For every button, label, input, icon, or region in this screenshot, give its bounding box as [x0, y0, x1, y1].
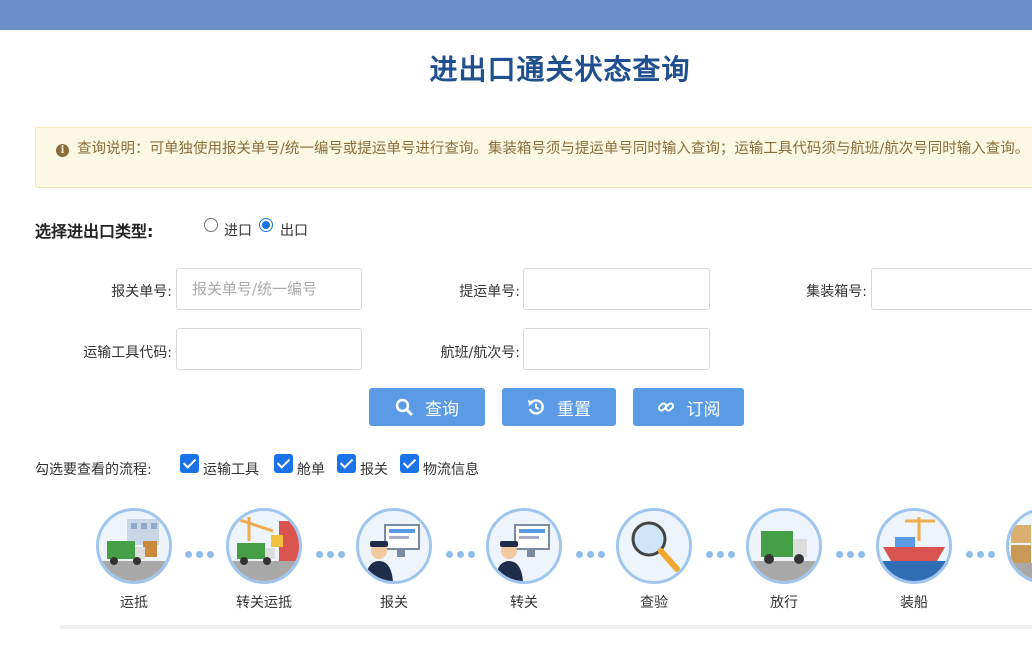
type-select-label: 选择进出口类型: [35, 222, 154, 241]
bottom-divider [60, 625, 1032, 629]
radio-export[interactable] [259, 218, 273, 232]
transport-code-label: 运输工具代码: [83, 345, 172, 361]
radio-import[interactable] [204, 218, 218, 232]
history-icon [528, 399, 544, 415]
voyage-no-input[interactable] [523, 328, 710, 370]
truck-crane-icon [226, 508, 302, 584]
subscribe-button[interactable]: 订阅 [633, 388, 744, 426]
step-label: 运抵 [120, 595, 148, 611]
step-connector [185, 543, 218, 558]
container-no-input[interactable] [871, 268, 1032, 310]
truck-icon [746, 508, 822, 584]
flow-filter-label: 勾选要查看的流程: [35, 462, 152, 478]
checkbox-manifest[interactable] [274, 454, 293, 473]
declaration-no-input[interactable] [176, 268, 362, 310]
ship-icon [876, 508, 952, 584]
reset-button[interactable]: 重置 [502, 388, 616, 426]
voyage-no-label: 航班/航次号: [440, 345, 520, 361]
checkbox-transport-label[interactable]: 运输工具 [203, 459, 259, 479]
checkbox-logistics[interactable] [400, 454, 419, 473]
top-banner [0, 0, 1032, 30]
container-no-label: 集装箱号: [806, 284, 867, 300]
checkbox-declaration[interactable] [337, 454, 356, 473]
step-connector [966, 543, 999, 558]
step-label: 转关 [510, 595, 538, 611]
step-connector [316, 543, 349, 558]
radio-export-label[interactable]: 出口 [280, 220, 308, 240]
step-label: 查验 [640, 595, 668, 611]
step-label: 理 [982, 592, 1032, 612]
step-connector [706, 543, 739, 558]
page-title: 进出口通关状态查询 [429, 53, 691, 86]
radio-import-label[interactable]: 进口 [224, 220, 252, 240]
step-label: 转关运抵 [236, 595, 292, 611]
bill-no-input[interactable] [523, 268, 710, 310]
query-notice: i 查询说明：可单独使用报关单号/统一编号或提运单号进行查询。集装箱号须与提运单号… [35, 127, 1032, 188]
checkbox-logistics-label[interactable]: 物流信息 [423, 459, 479, 479]
step-connector [446, 543, 479, 558]
cargo-boxes-icon [1006, 508, 1032, 584]
step-label: 装船 [900, 595, 928, 611]
search-icon [395, 398, 413, 416]
link-icon [657, 402, 674, 412]
step-label: 报关 [380, 595, 408, 611]
truck-warehouse-icon [96, 508, 172, 584]
declaration-no-label: 报关单号: [111, 284, 172, 300]
transport-code-input[interactable] [176, 328, 362, 370]
checkbox-declaration-label[interactable]: 报关 [360, 459, 388, 479]
step-connector [576, 543, 609, 558]
query-button[interactable]: 查询 [369, 388, 485, 426]
notice-text: 查询说明：可单独使用报关单号/统一编号或提运单号进行查询。集装箱号须与提运单号同… [77, 141, 1030, 157]
customs-officer-computer-icon [356, 508, 432, 584]
customs-officer-computer-icon [486, 508, 562, 584]
info-icon: i [56, 144, 69, 157]
checkbox-transport[interactable] [180, 454, 199, 473]
magnifier-icon [616, 508, 692, 584]
checkbox-manifest-label[interactable]: 舱单 [297, 459, 325, 479]
step-label: 放行 [770, 595, 798, 611]
step-connector [836, 543, 869, 558]
bill-no-label: 提运单号: [459, 284, 520, 300]
